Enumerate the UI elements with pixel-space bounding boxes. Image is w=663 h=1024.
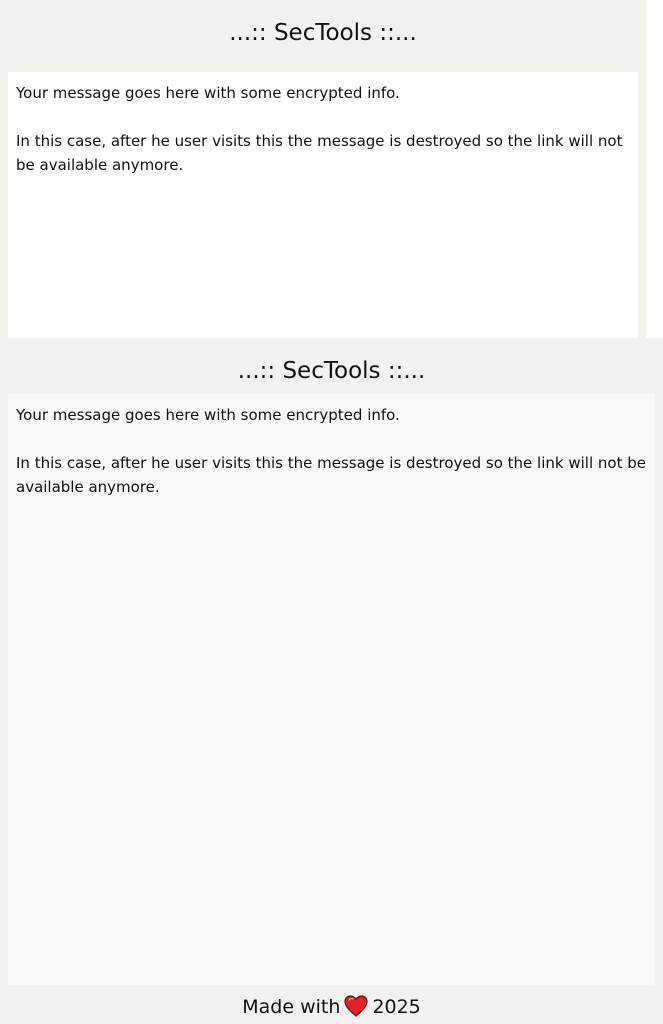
message-line-1: Your message goes here with some encrypt… — [16, 84, 400, 102]
page-title: ...:: SecTools ::... — [229, 20, 417, 46]
top-frame-right-strip — [646, 0, 663, 338]
preview-message-line-2: In this case, after he user visits this … — [16, 454, 646, 496]
preview-title: ...:: SecTools ::... — [237, 358, 426, 384]
message-line-2: In this case, after he user visits this … — [16, 132, 623, 174]
preview-message-line-1: Your message goes here with some encrypt… — [16, 406, 400, 424]
footer: Made with 2025 — [0, 994, 663, 1020]
preview-message-panel: Your message goes here with some encrypt… — [8, 394, 655, 985]
footer-prefix: Made with — [242, 996, 341, 1018]
footer-year: 2025 — [372, 996, 421, 1018]
message-panel: Your message goes here with some encrypt… — [8, 72, 638, 338]
heart-icon — [344, 995, 368, 1017]
